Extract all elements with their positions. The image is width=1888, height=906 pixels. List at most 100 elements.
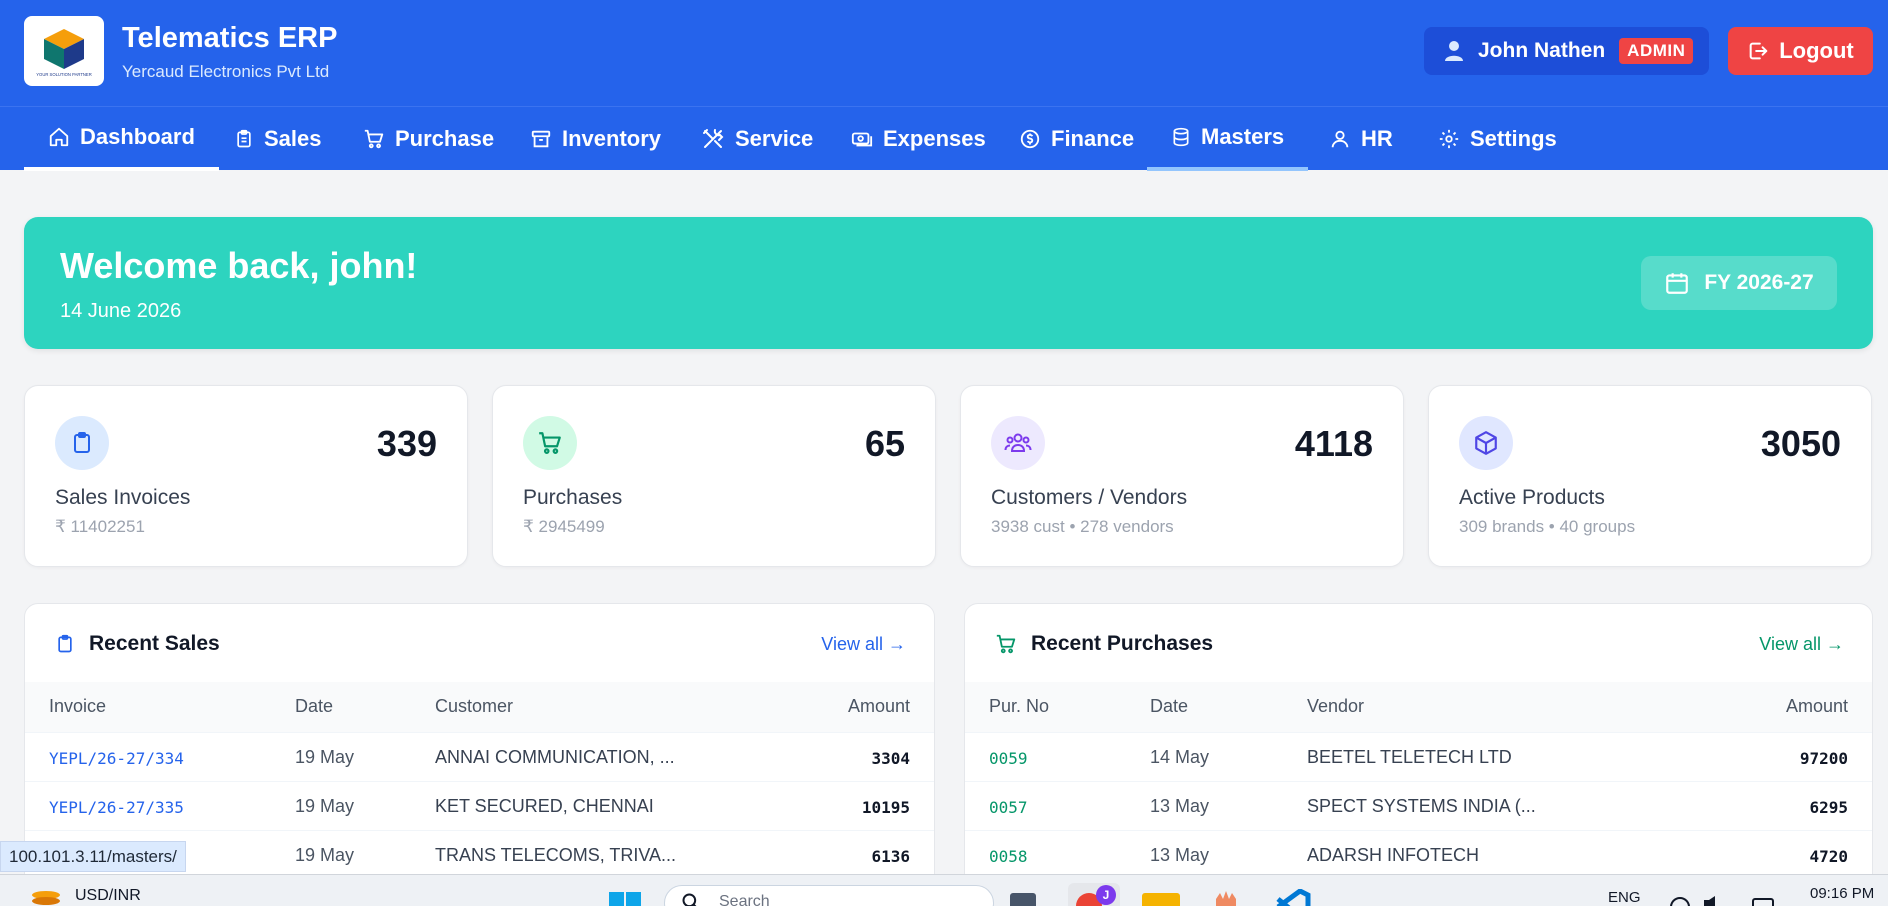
logout-label: Logout [1779,38,1854,63]
nav-label: Purchase [395,126,495,151]
stat-sub: 309 brands • 40 groups [1459,517,1636,536]
purchase-no-link[interactable]: 0057 [989,798,1028,817]
purchase-no-link[interactable]: 0059 [989,749,1028,768]
language-indicator[interactable]: ENG [1608,889,1641,906]
user-menu[interactable]: John Nathen ADMIN [1424,27,1709,75]
stat-card-purchases[interactable]: 65 Purchases ₹ 2945499 [492,385,936,567]
table-header: Pur. No Date Vendor Amount [965,682,1872,732]
taskbar-search[interactable]: Search [664,885,994,906]
welcome-title: Welcome back, john! [60,245,418,286]
table-header: Invoice Date Customer Amount [25,682,934,732]
app-header: YOUR SOLUTION PARTNER Telematics ERP Yer… [0,0,1888,106]
clipboard-icon [237,129,251,148]
profile-badge: J [1096,885,1116,905]
cash-icon [851,132,873,147]
stat-label: Active Products [1459,486,1605,509]
stat-value: 65 [864,423,905,464]
company-name: Yercaud Electronics Pvt Ltd [122,62,330,81]
app-icon[interactable] [1212,889,1240,906]
vendor-cell: ADARSH INFOTECH [1307,845,1480,865]
nav-hr[interactable]: HR [1329,107,1393,171]
stat-card-products[interactable]: 3050 Active Products 309 brands • 40 gro… [1428,385,1872,567]
cart-icon [539,432,561,454]
table-row[interactable]: YEPL/26-27/335 19 May KET SECURED, CHENN… [25,781,934,830]
amount-cell: 6136 [871,847,910,866]
vscode-logo-icon [1276,888,1311,906]
stat-label: Purchases [523,486,623,509]
column-header[interactable]: Date [295,696,333,717]
column-header[interactable]: Vendor [1307,696,1364,717]
nav-label: HR [1361,126,1393,151]
windows-start-icon[interactable] [607,890,643,906]
search-icon [682,893,697,906]
vendor-cell: SPECT SYSTEMS INDIA (... [1307,796,1536,816]
column-header[interactable]: Pur. No [989,696,1049,717]
nav-service[interactable]: Service [701,107,813,171]
nav-finance[interactable]: Finance [1019,107,1134,171]
users-icon [1331,130,1349,148]
clock-time[interactable]: 09:16 PM [1810,885,1874,902]
purchase-no-link[interactable]: 0058 [989,847,1028,866]
nav-purchase[interactable]: Purchase [363,107,494,171]
column-header[interactable]: Date [1150,696,1188,717]
home-icon [49,127,69,147]
nav-label: Inventory [562,126,662,151]
date-cell: 19 May [295,845,355,865]
cart-icon [364,129,384,149]
column-header[interactable]: Invoice [49,696,106,717]
chrome-app-icon[interactable]: J [1068,883,1120,906]
database-icon [1173,127,1189,147]
nav-masters[interactable]: Masters [1147,107,1309,171]
clipboard-icon [58,634,72,653]
invoice-link[interactable]: YEPL/26-27/334 [49,749,184,768]
app-title: Telematics ERP [122,22,338,54]
nav-label: Settings [1470,126,1557,151]
panel-title-text: Recent Sales [89,632,220,655]
nav-label: Sales [264,126,322,151]
table-row[interactable]: 0058 13 May ADARSH INFOTECH 4720 [965,830,1872,879]
currency-icon [1020,129,1040,149]
cube-logo-icon: YOUR SOLUTION PARTNER [36,29,92,77]
stat-icon-bg [1459,416,1513,470]
svg-text:YOUR SOLUTION PARTNER: YOUR SOLUTION PARTNER [36,72,91,77]
view-all-sales-link[interactable]: View all → [821,634,906,655]
wifi-icon[interactable] [1668,895,1692,906]
column-header[interactable]: Amount [848,696,910,717]
table-row[interactable]: 0059 14 May BEETEL TELETECH LTD 97200 [965,732,1872,781]
volume-icon[interactable] [1702,895,1718,906]
nav-label: Dashboard [80,124,195,149]
company-logo[interactable]: YOUR SOLUTION PARTNER [24,16,104,86]
date-cell: 19 May [295,796,355,816]
nav-settings[interactable]: Settings [1438,107,1557,171]
stat-label: Customers / Vendors [991,486,1188,509]
amount-cell: 4720 [1809,847,1848,866]
file-explorer-icon[interactable] [1142,893,1180,906]
logout-button[interactable]: Logout [1728,27,1873,75]
column-header[interactable]: Amount [1786,696,1848,717]
nav-sales[interactable]: Sales [234,107,322,171]
user-name: John Nathen [1478,39,1606,62]
recent-purchases-panel: Recent Purchases View all → Pur. No Date… [964,603,1873,906]
coins-icon[interactable] [28,889,64,906]
stat-sub: ₹ 11402251 [55,517,145,536]
nav-inventory[interactable]: Inventory [530,107,661,171]
amount-cell: 6295 [1809,798,1848,817]
fiscal-year-selector[interactable]: FY 2026-27 [1641,256,1837,310]
cube-icon [1475,431,1497,455]
stat-value: 3050 [1760,423,1841,464]
table-row[interactable]: YEPL/26-27/334 19 May ANNAI COMMUNICATIO… [25,732,934,781]
task-view-icon[interactable] [1010,893,1036,906]
stat-card-sales[interactable]: 339 Sales Invoices ₹ 11402251 [24,385,468,567]
date-cell: 13 May [1150,845,1210,865]
view-all-purchases-link[interactable]: View all → [1759,634,1844,655]
amount-cell: 3304 [871,749,910,768]
nav-expenses[interactable]: Expenses [851,107,986,171]
stat-card-customers-vendors[interactable]: 4118 Customers / Vendors 3938 cust • 278… [960,385,1404,567]
table-row[interactable]: 0057 13 May SPECT SYSTEMS INDIA (... 629… [965,781,1872,830]
vscode-icon[interactable] [1272,888,1312,906]
battery-icon[interactable] [1752,895,1778,906]
invoice-link[interactable]: YEPL/26-27/335 [49,798,184,817]
currency-widget[interactable]: USD/INR [75,887,141,905]
nav-dashboard[interactable]: Dashboard [24,107,219,171]
column-header[interactable]: Customer [435,696,513,717]
